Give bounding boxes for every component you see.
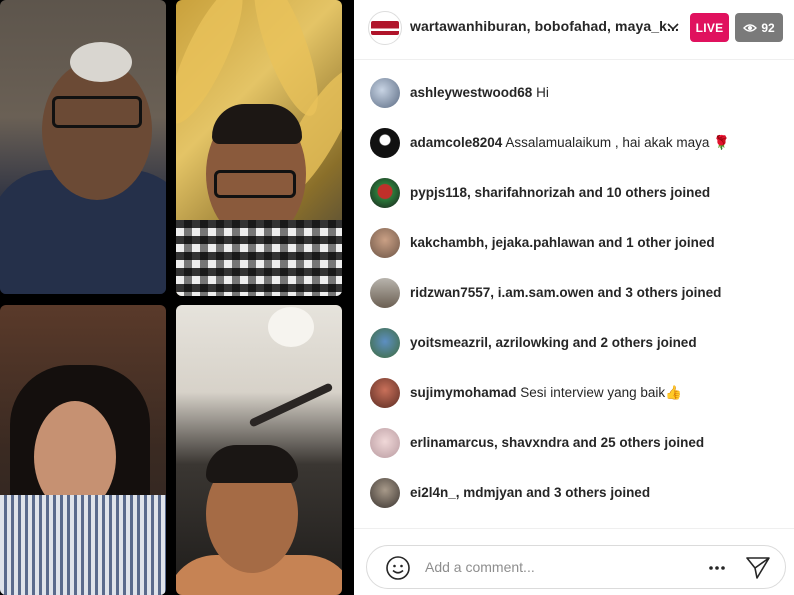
viewer-count: 92	[761, 20, 775, 35]
comment-item: adamcole8204 Assalamualaikum , hai akak …	[354, 118, 794, 168]
host-logo	[371, 21, 399, 35]
comment-item: pypjs118, sharifahnorizah and 10 others …	[354, 168, 794, 218]
comment-item: erlinamarcus, shavxndra and 25 others jo…	[354, 418, 794, 468]
comment-item: ridzwan7557, i.am.sam.owen and 3 others …	[354, 268, 794, 318]
comment-item: kakchambh, jejaka.pahlawan and 1 other j…	[354, 218, 794, 268]
comment-username[interactable]: sujimymohamad	[410, 385, 517, 400]
host-avatar[interactable]	[368, 11, 402, 45]
video-tile-2[interactable]	[176, 0, 342, 296]
live-badge: LIVE	[690, 13, 729, 42]
avatar[interactable]	[370, 378, 400, 408]
chevron-down-icon[interactable]	[667, 20, 679, 32]
avatar[interactable]	[370, 328, 400, 358]
video-grid	[0, 0, 354, 595]
join-notice: pypjs118, sharifahnorizah and 10 others …	[410, 185, 711, 200]
comment-list: ashleywestwood68 Hi adamcole8204 Assalam…	[354, 68, 794, 518]
avatar[interactable]	[370, 128, 400, 158]
live-chat-panel: wartawanhiburan, bobofahad, maya_k... LI…	[354, 0, 794, 595]
comment-item: sujimymohamad Sesi interview yang baik👍	[354, 368, 794, 418]
avatar[interactable]	[370, 228, 400, 258]
comment-text: Sesi interview yang baik👍	[520, 385, 682, 400]
avatar[interactable]	[370, 428, 400, 458]
comment-text: Hi	[536, 85, 549, 100]
live-stream-view: wartawanhiburan, bobofahad, maya_k... LI…	[0, 0, 794, 595]
video-tile-3[interactable]	[0, 305, 166, 595]
comment-input[interactable]	[425, 556, 695, 578]
host-names[interactable]: wartawanhiburan, bobofahad, maya_k...	[410, 18, 679, 34]
more-options-icon[interactable]	[707, 558, 727, 578]
avatar[interactable]	[370, 78, 400, 108]
comment-composer	[366, 545, 786, 589]
video-tile-1[interactable]	[0, 0, 166, 294]
send-icon[interactable]	[745, 555, 771, 581]
comment-item: ashleywestwood68 Hi	[354, 68, 794, 118]
avatar[interactable]	[370, 278, 400, 308]
comment-username[interactable]: adamcole8204	[410, 135, 502, 150]
join-notice: ei2l4n_, mdmjyan and 3 others joined	[410, 485, 651, 500]
video-tile-4[interactable]	[176, 305, 342, 595]
eye-icon	[743, 23, 758, 32]
avatar[interactable]	[370, 178, 400, 208]
viewer-count-badge[interactable]: 92	[735, 13, 783, 42]
join-notice: erlinamarcus, shavxndra and 25 others jo…	[410, 435, 705, 450]
comment-item: yoitsmeazril, azrilowking and 2 others j…	[354, 318, 794, 368]
join-notice: ridzwan7557, i.am.sam.owen and 3 others …	[410, 285, 722, 300]
composer-divider	[354, 528, 794, 529]
comment-item: ei2l4n_, mdmjyan and 3 others joined	[354, 468, 794, 518]
join-notice: kakchambh, jejaka.pahlawan and 1 other j…	[410, 235, 715, 250]
join-notice: yoitsmeazril, azrilowking and 2 others j…	[410, 335, 697, 350]
avatar[interactable]	[370, 478, 400, 508]
comment-username[interactable]: ashleywestwood68	[410, 85, 532, 100]
live-header: wartawanhiburan, bobofahad, maya_k... LI…	[354, 0, 794, 60]
emoji-icon[interactable]	[385, 555, 411, 581]
comment-text: Assalamualaikum , hai akak maya 🌹	[505, 135, 730, 150]
